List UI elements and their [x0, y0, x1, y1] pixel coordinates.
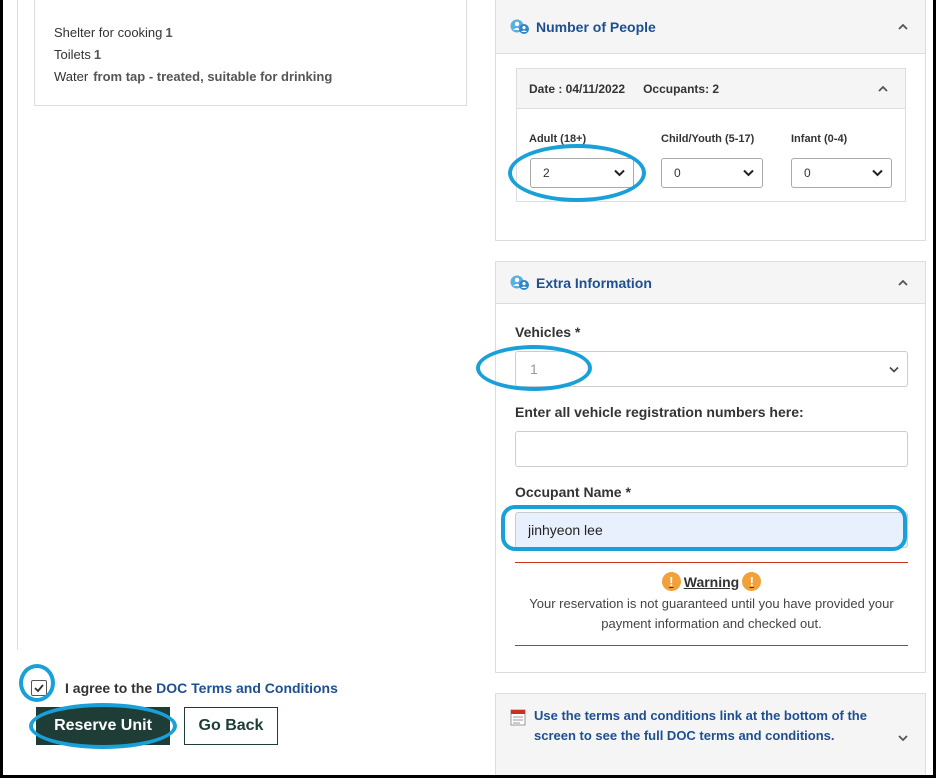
amenity-row: Water from tap - treated, suitable for dr…: [54, 66, 447, 88]
date-label: Date : 04/11/2022: [529, 81, 626, 96]
vehicles-label: Vehicles *: [515, 324, 581, 340]
registration-input[interactable]: [515, 431, 908, 467]
amenity-row: Toilets 1: [54, 44, 447, 66]
adult-select[interactable]: 2: [530, 158, 634, 188]
extra-information-header[interactable]: Extra Information: [496, 262, 925, 304]
panel-title: Number of People: [536, 18, 656, 35]
infant-label: Infant (0-4): [791, 133, 848, 145]
amenity-label: Shelter for cooking: [54, 25, 163, 40]
warning-title-row: ! Warning !: [515, 572, 908, 591]
occupant-name-label: Occupant Name *: [515, 484, 631, 500]
number-of-people-header[interactable]: Number of People: [496, 0, 925, 54]
number-of-people-panel: Number of People Date : 04/11/2022 Occup…: [495, 0, 926, 241]
warning-title: Warning: [683, 573, 740, 590]
occupancy-box: Date : 04/11/2022 Occupants: 2 Adult (18…: [516, 68, 906, 202]
agreement-text: I agree to the: [65, 680, 153, 696]
amenities-card: Shelter for cooking 1 Toilets 1 Water from …: [34, 0, 467, 106]
terms-info-header: Use the terms and conditions link at the…: [496, 694, 925, 746]
people-icon: [510, 275, 529, 290]
warning-box: ! Warning ! Your reservation is not guar…: [515, 562, 908, 646]
occupant-name-input[interactable]: [515, 512, 908, 548]
reserve-unit-button[interactable]: Reserve Unit: [36, 707, 170, 745]
left-column-border: [17, 0, 18, 650]
terms-info-panel[interactable]: Use the terms and conditions link at the…: [495, 693, 926, 775]
chevron-up-icon[interactable]: [877, 83, 889, 95]
vehicles-select[interactable]: 1: [515, 351, 908, 387]
amenity-label: Toilets: [54, 47, 91, 62]
chevron-up-icon[interactable]: [897, 277, 909, 289]
amenity-value: 1: [165, 25, 173, 40]
check-icon: [34, 684, 44, 693]
warning-icon: !: [661, 572, 681, 591]
agree-checkbox[interactable]: [31, 680, 47, 696]
adult-select-value: 2: [543, 166, 550, 180]
chevron-down-icon: [872, 169, 883, 177]
occupancy-header[interactable]: Date : 04/11/2022 Occupants: 2: [517, 69, 905, 109]
go-back-button[interactable]: Go Back: [184, 707, 278, 745]
terms-info-text: Use the terms and conditions link at the…: [534, 708, 867, 743]
child-label: Child/Youth (5-17): [661, 133, 755, 145]
infant-select[interactable]: 0: [791, 158, 892, 188]
child-select-value: 0: [674, 166, 681, 180]
terms-link[interactable]: DOC Terms and Conditions: [156, 680, 338, 696]
document-icon: [510, 709, 526, 726]
child-select[interactable]: 0: [661, 158, 763, 188]
warning-icon: !: [742, 572, 762, 591]
amenity-row: Shelter for cooking 1: [54, 22, 447, 44]
chevron-down-icon: [743, 169, 754, 177]
infant-select-value: 0: [804, 166, 811, 180]
amenity-label: Water: [54, 69, 89, 84]
people-icon: [510, 19, 529, 34]
chevron-down-icon: [614, 169, 625, 177]
vehicles-select-value: 1: [530, 361, 538, 377]
page-frame: Shelter for cooking 1 Toilets 1 Water from …: [3, 0, 933, 775]
extra-information-panel: Extra Information Vehicles * 1 Enter all…: [495, 261, 926, 673]
terms-agreement: I agree to the DOC Terms and Conditions: [31, 677, 338, 699]
occupants-label: Occupants: 2: [643, 81, 720, 96]
amenity-value: from tap - treated, suitable for drinkin…: [93, 69, 333, 84]
registration-label: Enter all vehicle registration numbers h…: [515, 404, 804, 420]
panel-title: Extra Information: [536, 274, 652, 291]
chevron-up-icon[interactable]: [897, 21, 909, 33]
warning-text: Your reservation is not guaranteed until…: [529, 596, 894, 631]
chevron-down-icon: [889, 366, 899, 373]
chevron-down-icon[interactable]: [897, 732, 909, 744]
amenity-value: 1: [93, 47, 102, 62]
adult-label: Adult (18+): [529, 133, 587, 145]
